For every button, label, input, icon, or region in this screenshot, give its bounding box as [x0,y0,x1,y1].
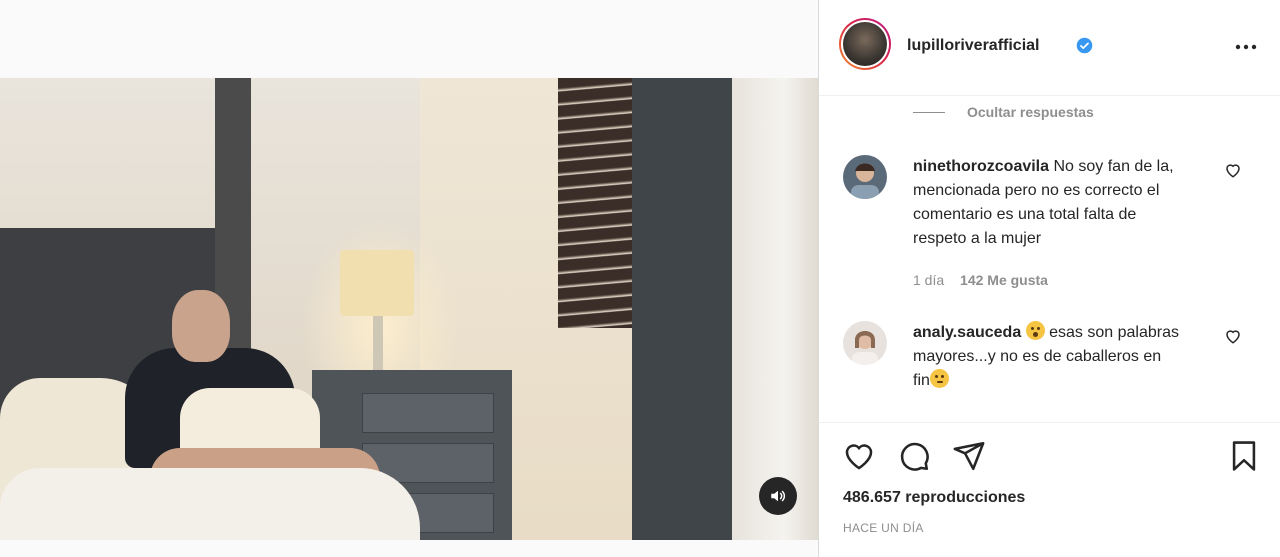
bookmark-icon[interactable] [1227,439,1261,473]
media-pane [0,0,818,557]
comment-text: analy.sauceda esas son palabras mayores.… [913,321,1181,393]
views-number: 486.657 [843,489,901,506]
flushed-face-emoji-icon [929,369,949,388]
heart-icon[interactable] [842,439,876,473]
comment-likes[interactable]: 142 Me gusta [960,272,1048,288]
surprised-face-emoji-icon [1025,321,1045,340]
video-scene-blanket [0,468,420,540]
post-video[interactable] [0,78,818,540]
video-scene-curtain [732,78,818,540]
author-username[interactable]: lupilloriverafficial [907,37,1039,55]
more-options-icon[interactable] [1231,35,1261,59]
comment-text: ninethorozcoavila No soy fan de la, menc… [913,155,1181,251]
video-scene-door-frame [632,78,732,540]
video-scene-person-head [172,290,230,362]
comment-username[interactable]: analy.sauceda [913,324,1021,341]
heart-icon[interactable] [1224,161,1242,179]
hide-replies-button[interactable]: Ocultar respuestas [913,104,1094,120]
sound-toggle-button[interactable] [759,477,797,515]
views-label: reproducciones [905,489,1026,506]
author-avatar[interactable] [839,18,891,70]
comment-username[interactable]: ninethorozcoavila [913,158,1049,175]
commenter-avatar[interactable] [843,155,887,199]
verified-badge-icon [1076,37,1093,54]
comment-bubble-icon[interactable] [897,439,931,473]
video-scene-drawer [362,393,494,433]
comment-meta: 1 día 142 Me gusta [913,272,1048,288]
views-count[interactable]: 486.657 reproducciones [843,489,1025,507]
post-timestamp[interactable]: HACE UN DÍA [843,521,924,535]
comment-age: 1 día [913,272,945,288]
video-scene-lamp [340,250,414,316]
divider-line [913,111,945,113]
commenter-avatar[interactable] [843,321,887,365]
post-actions: 486.657 reproducciones HACE UN DÍA [819,422,1280,557]
post-sidebar: lupilloriverafficial Ocultar respuestas … [818,0,1280,557]
speaker-icon [771,490,786,502]
post-header: lupilloriverafficial [819,0,1280,96]
paper-plane-icon[interactable] [952,439,986,473]
hide-replies-label: Ocultar respuestas [967,104,1094,120]
heart-icon[interactable] [1224,327,1242,345]
